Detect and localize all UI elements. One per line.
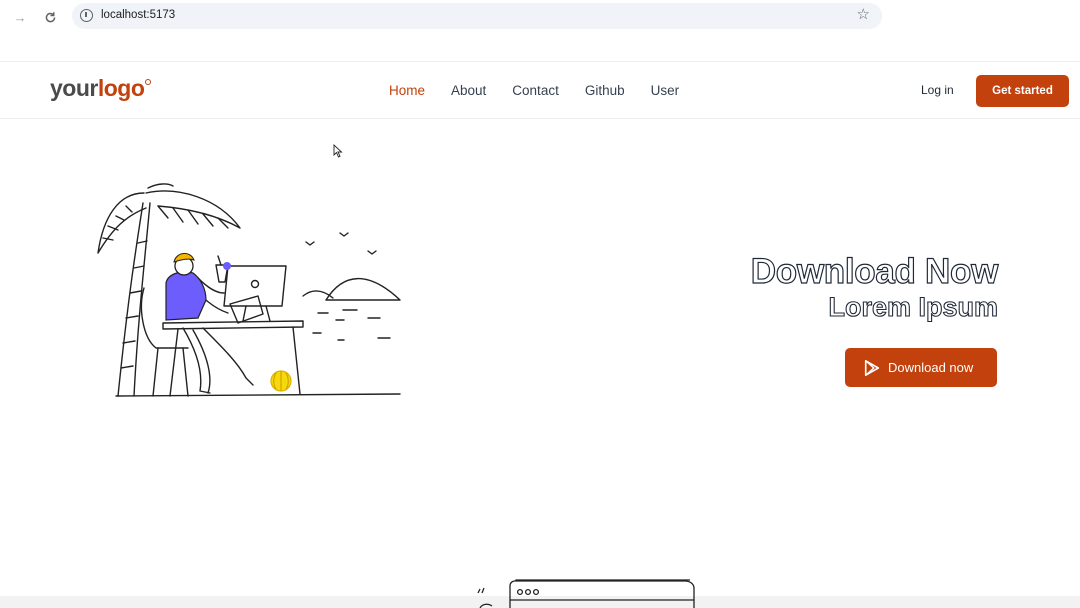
url-text: localhost:5173 <box>101 9 176 21</box>
forward-icon[interactable]: → <box>10 7 30 27</box>
info-icon[interactable] <box>80 9 93 22</box>
google-play-icon <box>864 359 880 376</box>
hero-subtitle: Lorem Ipsum <box>828 291 999 322</box>
nav-about[interactable]: About <box>451 83 486 98</box>
nav-user[interactable]: User <box>651 83 680 98</box>
logo-text-logo: logo <box>97 75 145 101</box>
beach-workspace-illustration <box>97 183 401 397</box>
logo-text-your: your <box>50 75 98 101</box>
site-header: yourlogo Home About Contact Github User … <box>0 61 1080 119</box>
browser-window-illustration <box>477 579 695 608</box>
reload-icon[interactable] <box>40 7 60 27</box>
nav-home[interactable]: Home <box>389 83 425 98</box>
registered-mark-icon <box>145 79 152 85</box>
browser-toolbar: → localhost:5173 ☆ <box>0 0 1080 34</box>
main-nav: Home About Contact Github User <box>389 83 705 98</box>
hero-title: Download Now <box>750 251 999 291</box>
logo[interactable]: yourlogo <box>50 75 152 102</box>
mouse-cursor-icon <box>333 144 343 158</box>
login-link[interactable]: Log in <box>921 83 954 97</box>
nav-github[interactable]: Github <box>585 83 625 98</box>
download-now-label: Download now <box>888 360 974 375</box>
address-bar[interactable]: localhost:5173 ☆ <box>72 3 882 29</box>
get-started-button[interactable]: Get started <box>976 75 1069 107</box>
nav-contact[interactable]: Contact <box>512 83 559 98</box>
star-icon[interactable]: ☆ <box>857 7 870 22</box>
download-now-button[interactable]: Download now <box>845 348 997 387</box>
